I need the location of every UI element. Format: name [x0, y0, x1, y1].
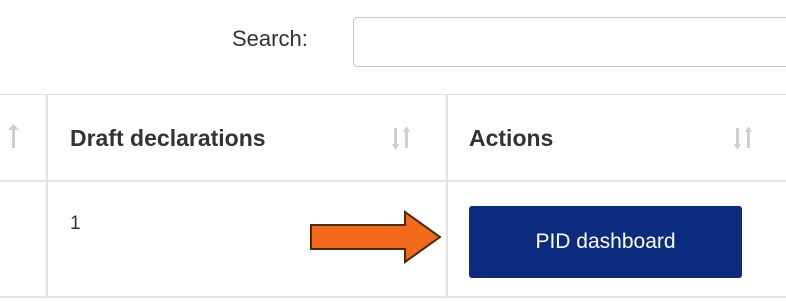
search-input[interactable]	[353, 17, 786, 67]
declarations-table: Draft declarations Actions 1 PID dashboa…	[0, 94, 786, 300]
sort-icon[interactable]	[733, 124, 755, 152]
row-bottom-border	[0, 296, 786, 298]
column-header-label: Actions	[469, 125, 554, 151]
column-header-draft-declarations[interactable]: Draft declarations	[48, 94, 446, 180]
column-header-previous[interactable]	[0, 94, 46, 180]
pid-dashboard-button[interactable]: PID dashboard	[469, 206, 742, 278]
sort-icon[interactable]	[8, 124, 22, 152]
search-bar: Search:	[0, 0, 786, 78]
sort-icon[interactable]	[391, 124, 413, 152]
search-label: Search:	[232, 26, 308, 51]
right-arrow-icon	[310, 210, 442, 264]
cell-draft-declarations: 1	[70, 213, 81, 234]
column-header-actions[interactable]: Actions	[448, 94, 786, 180]
header-bottom-border	[0, 180, 786, 182]
column-header-label: Draft declarations	[70, 125, 266, 151]
